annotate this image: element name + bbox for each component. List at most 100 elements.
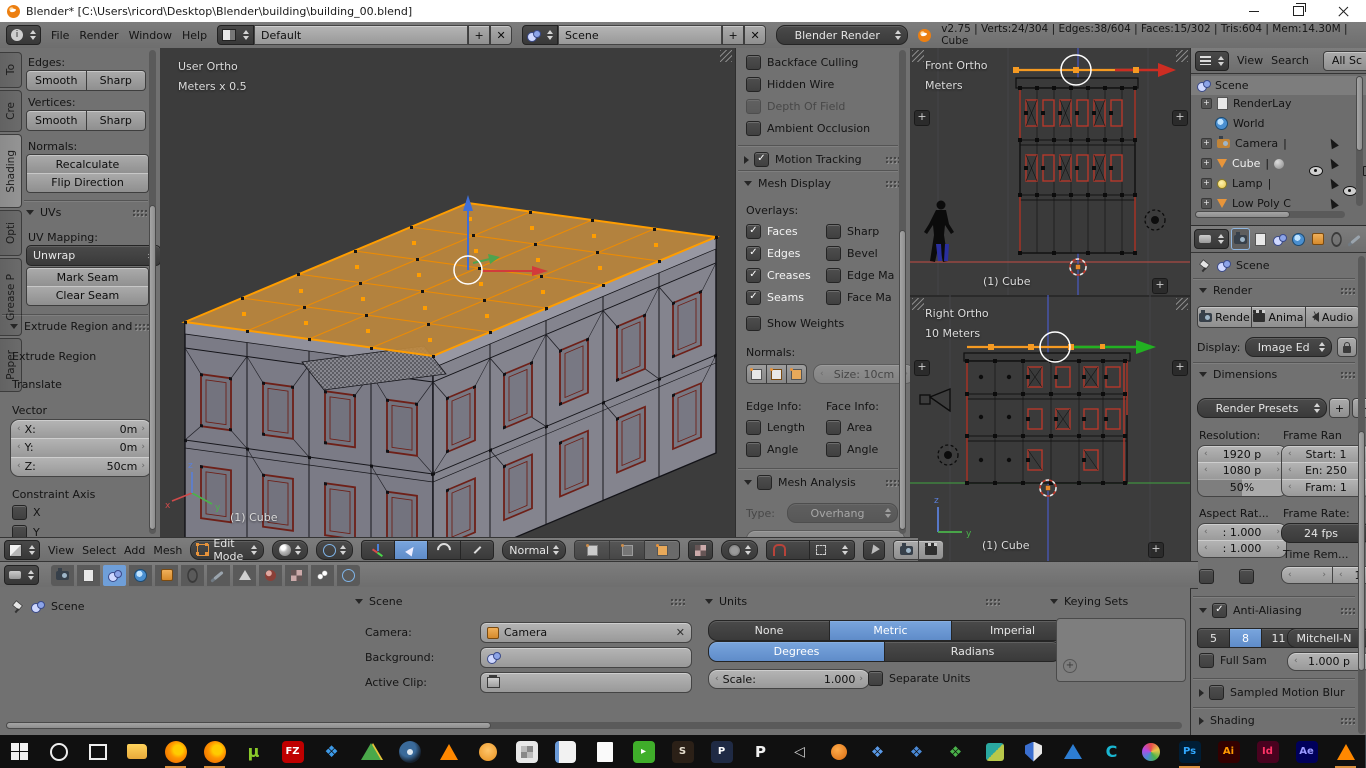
expand-region-button[interactable]: + bbox=[1152, 278, 1168, 294]
analysis-range-slider[interactable] bbox=[746, 530, 905, 537]
scene-icon-button[interactable] bbox=[522, 25, 558, 45]
time-old-field[interactable]: ‹› bbox=[1281, 566, 1333, 584]
viewport-corner-grip[interactable] bbox=[720, 50, 732, 62]
blender-splash-icon[interactable] bbox=[918, 29, 931, 42]
edges-checkbox[interactable]: Edges bbox=[746, 246, 800, 261]
vlc-2-icon[interactable] bbox=[1326, 735, 1365, 768]
cyberlink-icon[interactable]: C bbox=[1092, 735, 1131, 768]
editor-type-button[interactable] bbox=[4, 540, 40, 560]
task-view-button[interactable] bbox=[78, 735, 117, 768]
indesign-icon[interactable]: Id bbox=[1248, 735, 1287, 768]
panel-grip[interactable] bbox=[1340, 717, 1355, 725]
antialiasing-checkbox[interactable] bbox=[1212, 603, 1227, 618]
rotation-degrees-button[interactable]: Degrees bbox=[708, 641, 885, 662]
delete-layout-button[interactable]: ✕ bbox=[490, 25, 512, 45]
tab-options[interactable]: Opti bbox=[0, 210, 22, 256]
render-button[interactable]: Rende bbox=[1197, 306, 1252, 328]
menu-file[interactable]: File bbox=[51, 29, 69, 42]
expand-region-button[interactable]: + bbox=[914, 110, 930, 126]
snap-toggle[interactable] bbox=[766, 540, 810, 560]
face-select-toggle[interactable] bbox=[645, 540, 680, 560]
uvs-panel-header[interactable]: UVs bbox=[26, 206, 147, 219]
add-keying-set-button[interactable]: + bbox=[1063, 659, 1077, 673]
pin-icon[interactable] bbox=[1199, 260, 1211, 272]
add-layout-button[interactable]: + bbox=[468, 25, 490, 45]
edge-marks-checkbox[interactable]: Edge Ma bbox=[826, 268, 894, 283]
orientation-menu[interactable]: Normal bbox=[502, 540, 566, 560]
panel-grip[interactable] bbox=[134, 323, 149, 331]
tab-object[interactable] bbox=[1309, 229, 1326, 249]
menu-mesh[interactable]: Mesh bbox=[153, 544, 182, 557]
p-app-icon[interactable]: P bbox=[741, 735, 780, 768]
steam-icon[interactable] bbox=[390, 735, 429, 768]
border-checkbox[interactable] bbox=[1199, 569, 1214, 584]
scale-manipulator-toggle[interactable] bbox=[461, 540, 494, 560]
separate-units-checkbox[interactable]: Separate Units bbox=[868, 671, 970, 686]
color-disc-app-icon[interactable] bbox=[1131, 735, 1170, 768]
menu-select[interactable]: Select bbox=[82, 544, 116, 557]
close-button[interactable] bbox=[1321, 0, 1366, 22]
dropbox-icon[interactable]: ❖ bbox=[312, 735, 351, 768]
faces-checkbox[interactable]: Faces bbox=[746, 224, 798, 239]
illustrator-icon[interactable]: Ai bbox=[1209, 735, 1248, 768]
expand-region-button[interactable]: + bbox=[1172, 110, 1188, 126]
loop-normals-toggle[interactable] bbox=[767, 364, 787, 384]
menu-help[interactable]: Help bbox=[182, 29, 207, 42]
tab-create[interactable]: Cre bbox=[0, 90, 22, 132]
expand-icon[interactable] bbox=[1201, 138, 1212, 149]
vector-y-field[interactable]: ‹Y:0m› bbox=[10, 438, 152, 458]
unity-icon[interactable]: ◁ bbox=[780, 735, 819, 768]
teal-app-icon[interactable] bbox=[975, 735, 1014, 768]
viewport-shading-menu[interactable] bbox=[272, 540, 308, 560]
photoshop-icon[interactable]: Ps bbox=[1170, 735, 1209, 768]
lock-app-icon[interactable] bbox=[468, 735, 507, 768]
dimensions-panel-header[interactable]: Dimensions bbox=[1199, 368, 1355, 381]
selectable-icon[interactable] bbox=[1327, 137, 1339, 150]
resolution-y-field[interactable]: ‹1080 p› bbox=[1197, 462, 1287, 480]
scene-panel-header[interactable]: Scene bbox=[355, 595, 685, 608]
active-clip-field[interactable] bbox=[480, 672, 692, 693]
mesh-analysis-checkbox[interactable] bbox=[757, 475, 772, 490]
render-border-button[interactable] bbox=[863, 540, 885, 560]
motion-tracking-checkbox[interactable] bbox=[754, 152, 769, 167]
camera-field[interactable]: Camera ✕ bbox=[480, 622, 692, 643]
editor-type-button[interactable] bbox=[6, 25, 41, 45]
flip-direction-button[interactable]: Flip Direction bbox=[26, 173, 149, 193]
menu-add[interactable]: Add bbox=[124, 544, 145, 557]
tab-render-layers[interactable] bbox=[77, 565, 100, 586]
unit-scale-slider[interactable]: ‹Scale: 1.000› bbox=[708, 669, 870, 689]
filter-size-field[interactable]: ‹1.000 p› bbox=[1287, 652, 1366, 671]
screen-layout-field[interactable]: Default bbox=[254, 25, 468, 45]
keying-sets-list[interactable]: + bbox=[1056, 618, 1186, 682]
notepad-icon[interactable] bbox=[546, 735, 585, 768]
limit-to-visible-toggle[interactable] bbox=[688, 540, 713, 560]
panel-grip[interactable] bbox=[885, 479, 900, 487]
manipulator-toggle[interactable] bbox=[361, 540, 395, 560]
screen-layout-icon-button[interactable] bbox=[217, 25, 254, 45]
edges-sharp-button[interactable]: Sharp bbox=[87, 70, 147, 91]
operator-panel-header[interactable]: Extrude Region and bbox=[10, 320, 148, 333]
tab-object[interactable] bbox=[155, 565, 178, 586]
lock-interface-toggle[interactable] bbox=[1337, 337, 1357, 357]
hidden-wire-checkbox[interactable]: Hidden Wire bbox=[746, 77, 834, 92]
tab-render[interactable] bbox=[1231, 228, 1250, 250]
motion-tracking-panel-header[interactable]: Motion Tracking bbox=[744, 152, 900, 167]
tab-render[interactable] bbox=[51, 565, 74, 586]
firefox-icon[interactable] bbox=[156, 735, 195, 768]
properties-scrollbar[interactable] bbox=[1358, 256, 1365, 734]
tab-world[interactable] bbox=[1290, 229, 1307, 249]
orange-app-icon[interactable] bbox=[819, 735, 858, 768]
outliner-row-renderlayers[interactable]: RenderLay bbox=[1201, 97, 1292, 110]
pivot-menu[interactable] bbox=[316, 540, 353, 560]
units-panel-header[interactable]: Units bbox=[705, 595, 1000, 608]
recalculate-button[interactable]: Recalculate bbox=[26, 154, 149, 175]
rotate-manipulator-toggle[interactable] bbox=[428, 540, 461, 560]
aa-samples-8[interactable]: 8 bbox=[1230, 628, 1262, 648]
npanel-scrollbar[interactable] bbox=[899, 50, 906, 534]
outliner-hscrollbar[interactable] bbox=[1195, 211, 1345, 218]
aa-samples-5[interactable]: 5 bbox=[1197, 628, 1230, 648]
frame-rate-menu[interactable]: 24 fps bbox=[1281, 523, 1366, 543]
bevel-checkbox[interactable]: Bevel bbox=[826, 246, 878, 261]
editor-type-button[interactable] bbox=[4, 565, 39, 585]
start-button[interactable] bbox=[0, 735, 39, 768]
